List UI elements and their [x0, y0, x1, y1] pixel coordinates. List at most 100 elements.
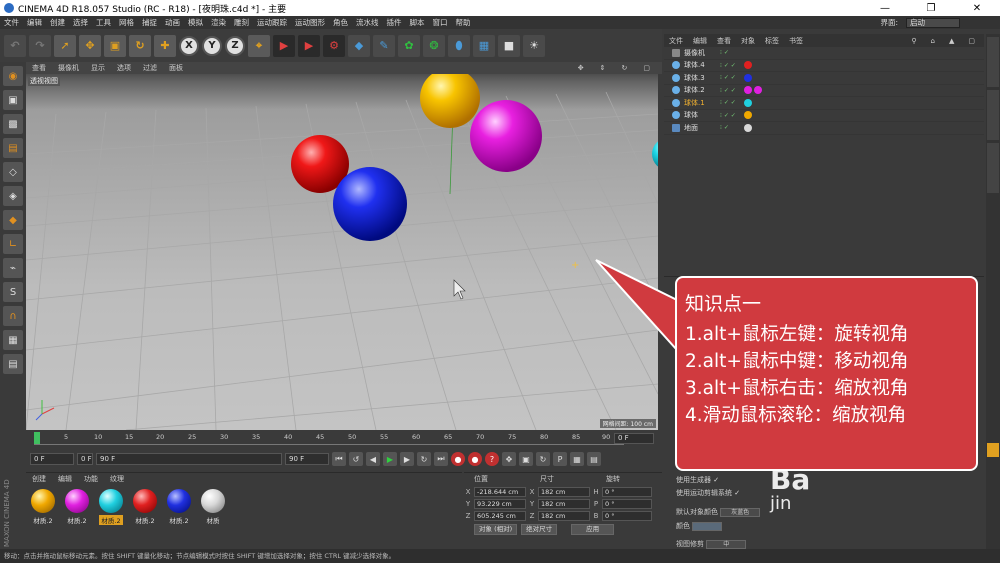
workplane-icon[interactable]: ▤	[3, 138, 23, 158]
viewport-menu-camera[interactable]: 摄像机	[52, 63, 85, 73]
material-menu-create[interactable]: 创建	[26, 474, 52, 484]
model-mode-icon[interactable]: ▣	[3, 90, 23, 110]
object-menu-view[interactable]: 查看	[712, 36, 736, 46]
material-item[interactable]: 材质.2	[164, 489, 194, 525]
material-tag[interactable]	[744, 73, 752, 82]
playhead[interactable]	[34, 432, 40, 444]
tweak-mode-icon[interactable]: ⌁	[3, 258, 23, 278]
material-tag[interactable]	[744, 98, 752, 107]
timeline-ruler[interactable]: 0 5 10 15 20 25 30 35 40 45 50 55 60 65 …	[34, 432, 624, 445]
visibility-flags[interactable]: ⁝ ✓ ✓	[720, 99, 744, 106]
size-mode-dropdown[interactable]: 绝对尺寸	[521, 524, 558, 535]
subdivision-icon[interactable]: ✿	[398, 34, 420, 57]
points-mode-icon[interactable]: ◇	[3, 162, 23, 182]
visibility-flags[interactable]: ⁝ ✓	[720, 124, 744, 131]
default-color-dropdown[interactable]: 灰蓝色	[720, 507, 761, 517]
menu-sculpt[interactable]: 雕刻	[230, 17, 253, 28]
menu-create[interactable]: 创建	[46, 17, 69, 28]
move-tool-icon[interactable]: ✥	[79, 34, 101, 57]
menu-render[interactable]: 渲染	[207, 17, 230, 28]
side-tab[interactable]	[987, 90, 999, 140]
menu-animate[interactable]: 动画	[161, 17, 184, 28]
side-tab[interactable]	[987, 143, 999, 193]
menu-mesh[interactable]: 网格	[115, 17, 138, 28]
magnet-icon[interactable]: ∩	[3, 306, 23, 326]
menu-help[interactable]: 帮助	[452, 17, 475, 28]
size-z-field[interactable]: 182 cm	[538, 510, 590, 521]
deformer-icon[interactable]: ⬮	[448, 34, 470, 57]
material-item[interactable]: 材质	[198, 489, 228, 525]
auto-key-icon[interactable]: ●	[468, 452, 482, 466]
magenta-sphere[interactable]	[470, 100, 542, 172]
make-editable-icon[interactable]: ◉	[3, 66, 23, 86]
rotation-h-field[interactable]: 0 °	[602, 486, 652, 497]
keyframe-selection-icon[interactable]: ?	[485, 452, 499, 466]
home-icon[interactable]: ⌂	[926, 37, 940, 45]
viewport-menu-display[interactable]: 显示	[85, 63, 111, 73]
rotate-view-icon[interactable]: ↻	[616, 64, 634, 72]
object-row[interactable]: 球体 ⁝ ✓ ✓	[664, 110, 984, 122]
next-frame-icon[interactable]: ▶	[400, 452, 414, 466]
render-picture-viewer-icon[interactable]: ▶	[298, 34, 320, 57]
menu-mograph[interactable]: 运动图形	[291, 17, 329, 28]
edges-mode-icon[interactable]: ◈	[3, 186, 23, 206]
material-item[interactable]: 材质.2	[130, 489, 160, 525]
position-y-field[interactable]: 93.229 cm	[474, 498, 526, 509]
live-selection-icon[interactable]: ➚	[54, 34, 76, 57]
viewport-menu-options[interactable]: 选项	[111, 63, 137, 73]
material-tag[interactable]	[744, 111, 752, 120]
up-arrow-icon[interactable]: ▲	[944, 37, 959, 45]
pla-key-icon[interactable]: ▦	[570, 452, 584, 466]
material-item[interactable]: 材质.2	[62, 489, 92, 525]
material-item[interactable]: 材质.2	[96, 489, 126, 525]
object-row[interactable]: 地面 ⁝ ✓	[664, 122, 984, 135]
zoom-view-icon[interactable]: ⇕	[594, 64, 612, 72]
material-tag[interactable]	[754, 86, 762, 95]
visibility-flags[interactable]: ⁝ ✓	[720, 49, 744, 56]
min-frame-field[interactable]: 0 F	[77, 453, 93, 465]
undo-icon[interactable]: ↶	[4, 34, 26, 57]
object-mode-dropdown[interactable]: 对象 (相对)	[474, 524, 518, 535]
next-key-icon[interactable]: ↻	[417, 452, 431, 466]
timeline-window-icon[interactable]: ▤	[587, 452, 601, 466]
object-menu-bookmarks[interactable]: 书签	[784, 36, 808, 46]
material-menu-function[interactable]: 功能	[78, 474, 104, 484]
menu-simulate[interactable]: 模拟	[184, 17, 207, 28]
go-to-start-icon[interactable]: ⏮	[332, 452, 346, 466]
timeline[interactable]: 0 5 10 15 20 25 30 35 40 45 50 55 60 65 …	[26, 430, 658, 447]
menu-pipeline[interactable]: 流水线	[352, 17, 383, 28]
object-menu-objects[interactable]: 对象	[736, 36, 760, 46]
y-axis-lock-icon[interactable]: Y	[202, 35, 222, 56]
rotation-key-icon[interactable]: ↻	[536, 452, 550, 466]
cyan-sphere[interactable]	[652, 138, 658, 170]
menu-character[interactable]: 角色	[329, 17, 352, 28]
position-x-field[interactable]: -218.644 cm	[474, 486, 526, 497]
menu-motion-tracking[interactable]: 运动跟踪	[253, 17, 291, 28]
use-motion-clip-checkbox[interactable]: ✓	[734, 489, 740, 497]
pan-view-icon[interactable]: ✥	[572, 64, 590, 72]
menu-select[interactable]: 选择	[69, 17, 92, 28]
menu-plugins[interactable]: 插件	[383, 17, 406, 28]
play-icon[interactable]: ▶	[383, 452, 397, 466]
object-menu-file[interactable]: 文件	[664, 36, 688, 46]
menu-script[interactable]: 脚本	[406, 17, 429, 28]
layout-dropdown[interactable]: 启动	[906, 17, 960, 28]
side-tab[interactable]	[987, 37, 999, 87]
object-row[interactable]: 球体.2 ⁝ ✓ ✓	[664, 85, 984, 97]
prev-key-icon[interactable]: ↺	[349, 452, 363, 466]
axis-mode-icon[interactable]: ∟	[3, 234, 23, 254]
object-menu-tags[interactable]: 标签	[760, 36, 784, 46]
floor-scene-icon[interactable]: ▦	[473, 34, 495, 57]
new-window-icon[interactable]: ▢	[963, 37, 980, 45]
size-y-field[interactable]: 182 cm	[538, 498, 590, 509]
lock-icon[interactable]: ▤	[3, 354, 23, 374]
material-tag[interactable]	[744, 123, 752, 132]
pen-spline-icon[interactable]: ✎	[373, 34, 395, 57]
viewport-menu-view[interactable]: 查看	[26, 63, 52, 73]
recent-tool-icon[interactable]: ✚	[154, 34, 176, 57]
coordinate-system-icon[interactable]: ⌖	[248, 34, 270, 57]
blue-sphere[interactable]	[333, 167, 407, 241]
search-icon[interactable]: ⚲	[906, 37, 921, 45]
parameter-key-icon[interactable]: P	[553, 452, 567, 466]
redo-icon[interactable]: ↷	[29, 34, 51, 57]
